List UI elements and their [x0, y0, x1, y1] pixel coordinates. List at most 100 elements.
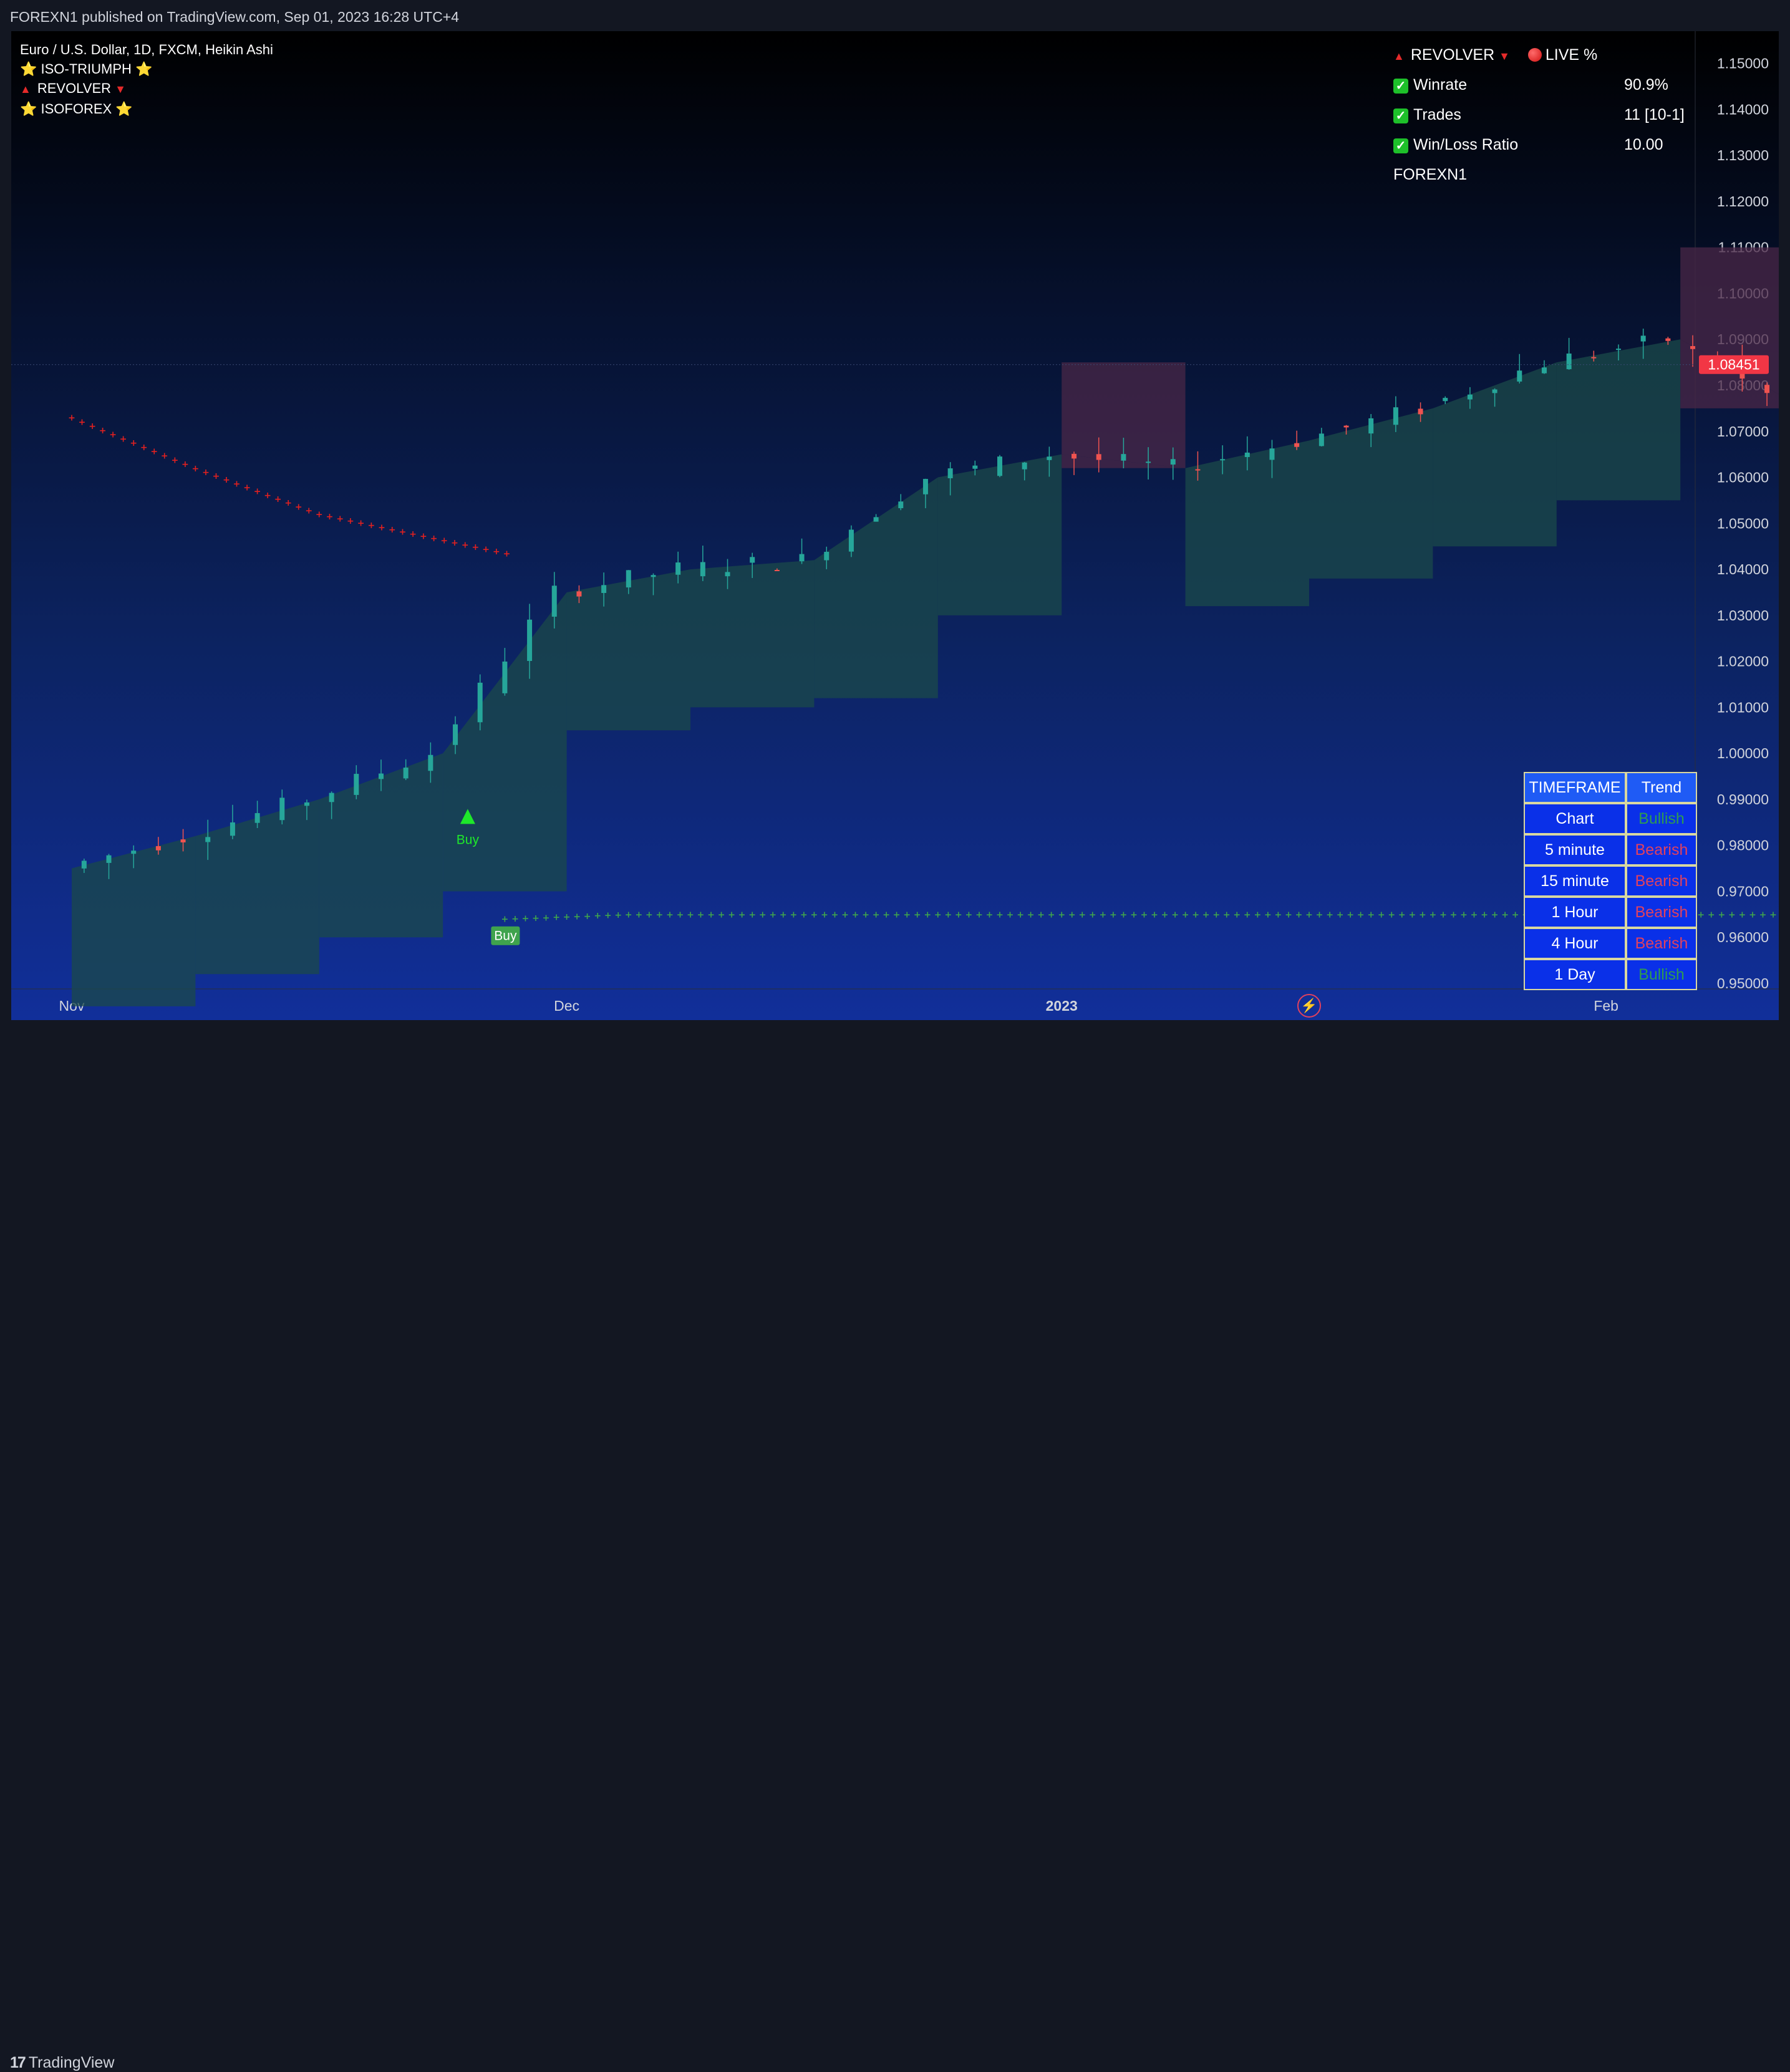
trail-stop-point: +: [1347, 910, 1354, 920]
trail-stop-point: +: [811, 910, 818, 920]
trail-stop-point-red: +: [223, 475, 230, 485]
checkmark-icon: ✓: [1393, 138, 1408, 153]
bear-candle: [1294, 443, 1300, 447]
trend-row: 1 Hour Bearish: [1524, 897, 1697, 928]
trail-stop-point: +: [1285, 910, 1292, 920]
trail-stop-point: +: [903, 910, 911, 920]
trail-stop-point: +: [1718, 910, 1725, 920]
trail-stop-point: +: [511, 914, 519, 924]
trail-stop-point-red: +: [202, 468, 210, 478]
bear-candle: [1343, 425, 1349, 428]
trail-stop-point: +: [522, 913, 530, 923]
bull-candle: [453, 724, 458, 745]
trail-stop-point-red: +: [316, 510, 323, 520]
trail-stop-point-red: +: [472, 542, 480, 552]
trail-stop-point: +: [1491, 910, 1499, 920]
y-tick-label: 1.05000: [1717, 515, 1769, 531]
trail-stop-point: +: [1182, 910, 1189, 920]
trail-stop-point: +: [584, 912, 591, 922]
trend-value: Bullish: [1626, 959, 1697, 990]
trail-stop-point: +: [563, 912, 571, 922]
triangle-down-icon: ▼: [1499, 50, 1510, 62]
y-tick-label: 1.14000: [1717, 101, 1769, 117]
trail-stop-point: +: [1099, 910, 1106, 920]
trail-stop-point-red: +: [192, 464, 200, 474]
trail-stop-point: +: [594, 911, 601, 921]
bull-candle: [997, 456, 1002, 476]
checkmark-icon: ✓: [1393, 79, 1408, 94]
price-chart[interactable]: 1.150001.140001.130001.120001.110001.100…: [11, 31, 1779, 1020]
trail-stop-point: +: [1212, 910, 1220, 920]
x-tick-label: Dec: [554, 998, 579, 1014]
publisher-text: FOREXN1 published on TradingView.com, Se…: [10, 9, 460, 25]
bull-candle: [1517, 370, 1522, 382]
trail-stop-point: +: [780, 910, 787, 920]
trail-stop-point-red: +: [130, 438, 137, 448]
bull-candle: [205, 837, 211, 842]
bull-candle: [428, 754, 433, 771]
y-tick-label: 1.04000: [1717, 561, 1769, 577]
bear-candle: [1591, 357, 1597, 359]
bull-candle: [750, 557, 755, 563]
trail-stop-point-red: +: [347, 516, 354, 526]
trail-stop-point: +: [1759, 910, 1767, 920]
bear-candle: [1072, 453, 1077, 459]
y-tick-label: 1.00000: [1717, 745, 1769, 761]
trail-stop-point: +: [1697, 910, 1705, 920]
trail-stop-point: +: [1367, 910, 1375, 920]
stats-header: ▲ REVOLVER ▼ LIVE %: [1393, 46, 1597, 64]
trail-stop-point-red: +: [140, 443, 148, 453]
trail-stop-point: +: [1037, 910, 1045, 920]
bull-candle: [502, 662, 508, 693]
trend-row: Chart Bullish: [1524, 803, 1697, 834]
bear-candle: [576, 591, 582, 597]
lightning-icon[interactable]: ⚡: [1297, 994, 1321, 1018]
trail-stop-point: +: [841, 910, 849, 920]
chart-legend: Euro / U.S. Dollar, 1D, FXCM, Heikin Ash…: [20, 40, 273, 118]
trail-stop-point: +: [975, 910, 983, 920]
trail-stop-point-red: +: [264, 491, 271, 501]
trail-stop-point: +: [543, 913, 550, 923]
trail-stop-point: +: [1171, 910, 1179, 920]
trend-value: Bearish: [1626, 834, 1697, 865]
bull-candle: [1220, 459, 1226, 461]
y-tick-label: 0.98000: [1717, 837, 1769, 854]
bull-candle: [1541, 367, 1547, 373]
trail-stop-point-red: +: [161, 451, 168, 461]
trail-stop-point: +: [986, 910, 994, 920]
bull-candle: [1640, 335, 1646, 342]
bull-candle: [1121, 454, 1126, 461]
legend-revolver[interactable]: ▲ REVOLVER ▼: [20, 79, 273, 99]
bull-candle: [329, 793, 334, 802]
trail-stop-point: +: [1110, 910, 1117, 920]
trail-stop-point: +: [1264, 910, 1272, 920]
trail-stop-point: +: [1089, 910, 1096, 920]
bull-candle: [131, 850, 137, 854]
trail-stop-point: +: [862, 910, 869, 920]
trail-stop-point-red: +: [233, 479, 241, 489]
bull-candle: [477, 682, 483, 723]
stats-author: FOREXN1: [1393, 166, 1468, 183]
trail-stop-point-red: +: [482, 544, 490, 554]
trail-stop-point: +: [1512, 910, 1519, 920]
trail-stop-point: +: [1151, 910, 1158, 920]
trail-stop-point: +: [883, 910, 890, 920]
chart-panel[interactable]: 1.150001.140001.130001.120001.110001.100…: [11, 31, 1779, 1020]
trail-stop-point-red: +: [420, 532, 427, 542]
trail-stop-point: +: [1408, 910, 1416, 920]
trail-stop-point: +: [852, 910, 859, 920]
last-price-label: 1.08451: [1708, 357, 1759, 373]
tradingview-logo[interactable]: 17 TradingView: [10, 2054, 114, 2072]
trail-stop-point-red: +: [503, 549, 511, 559]
bull-candle: [700, 562, 705, 577]
trail-stop-point: +: [1326, 910, 1333, 920]
live-dot-icon: [1527, 48, 1542, 62]
stats-row-trades: ✓ Trades: [1393, 106, 1461, 124]
trail-stop-point: +: [996, 910, 1004, 920]
header-trend: Trend: [1626, 772, 1697, 803]
legend-iso-triumph[interactable]: ⭐ ISO-TRIUMPH ⭐: [20, 59, 273, 79]
trail-stop-point: +: [1769, 910, 1777, 920]
tradingview-snapshot: FOREXN1 published on TradingView.com, Se…: [0, 0, 1790, 2071]
legend-isoforex[interactable]: ⭐ ISOFOREX ⭐: [20, 99, 273, 118]
triangle-up-icon: ▲: [20, 83, 31, 95]
